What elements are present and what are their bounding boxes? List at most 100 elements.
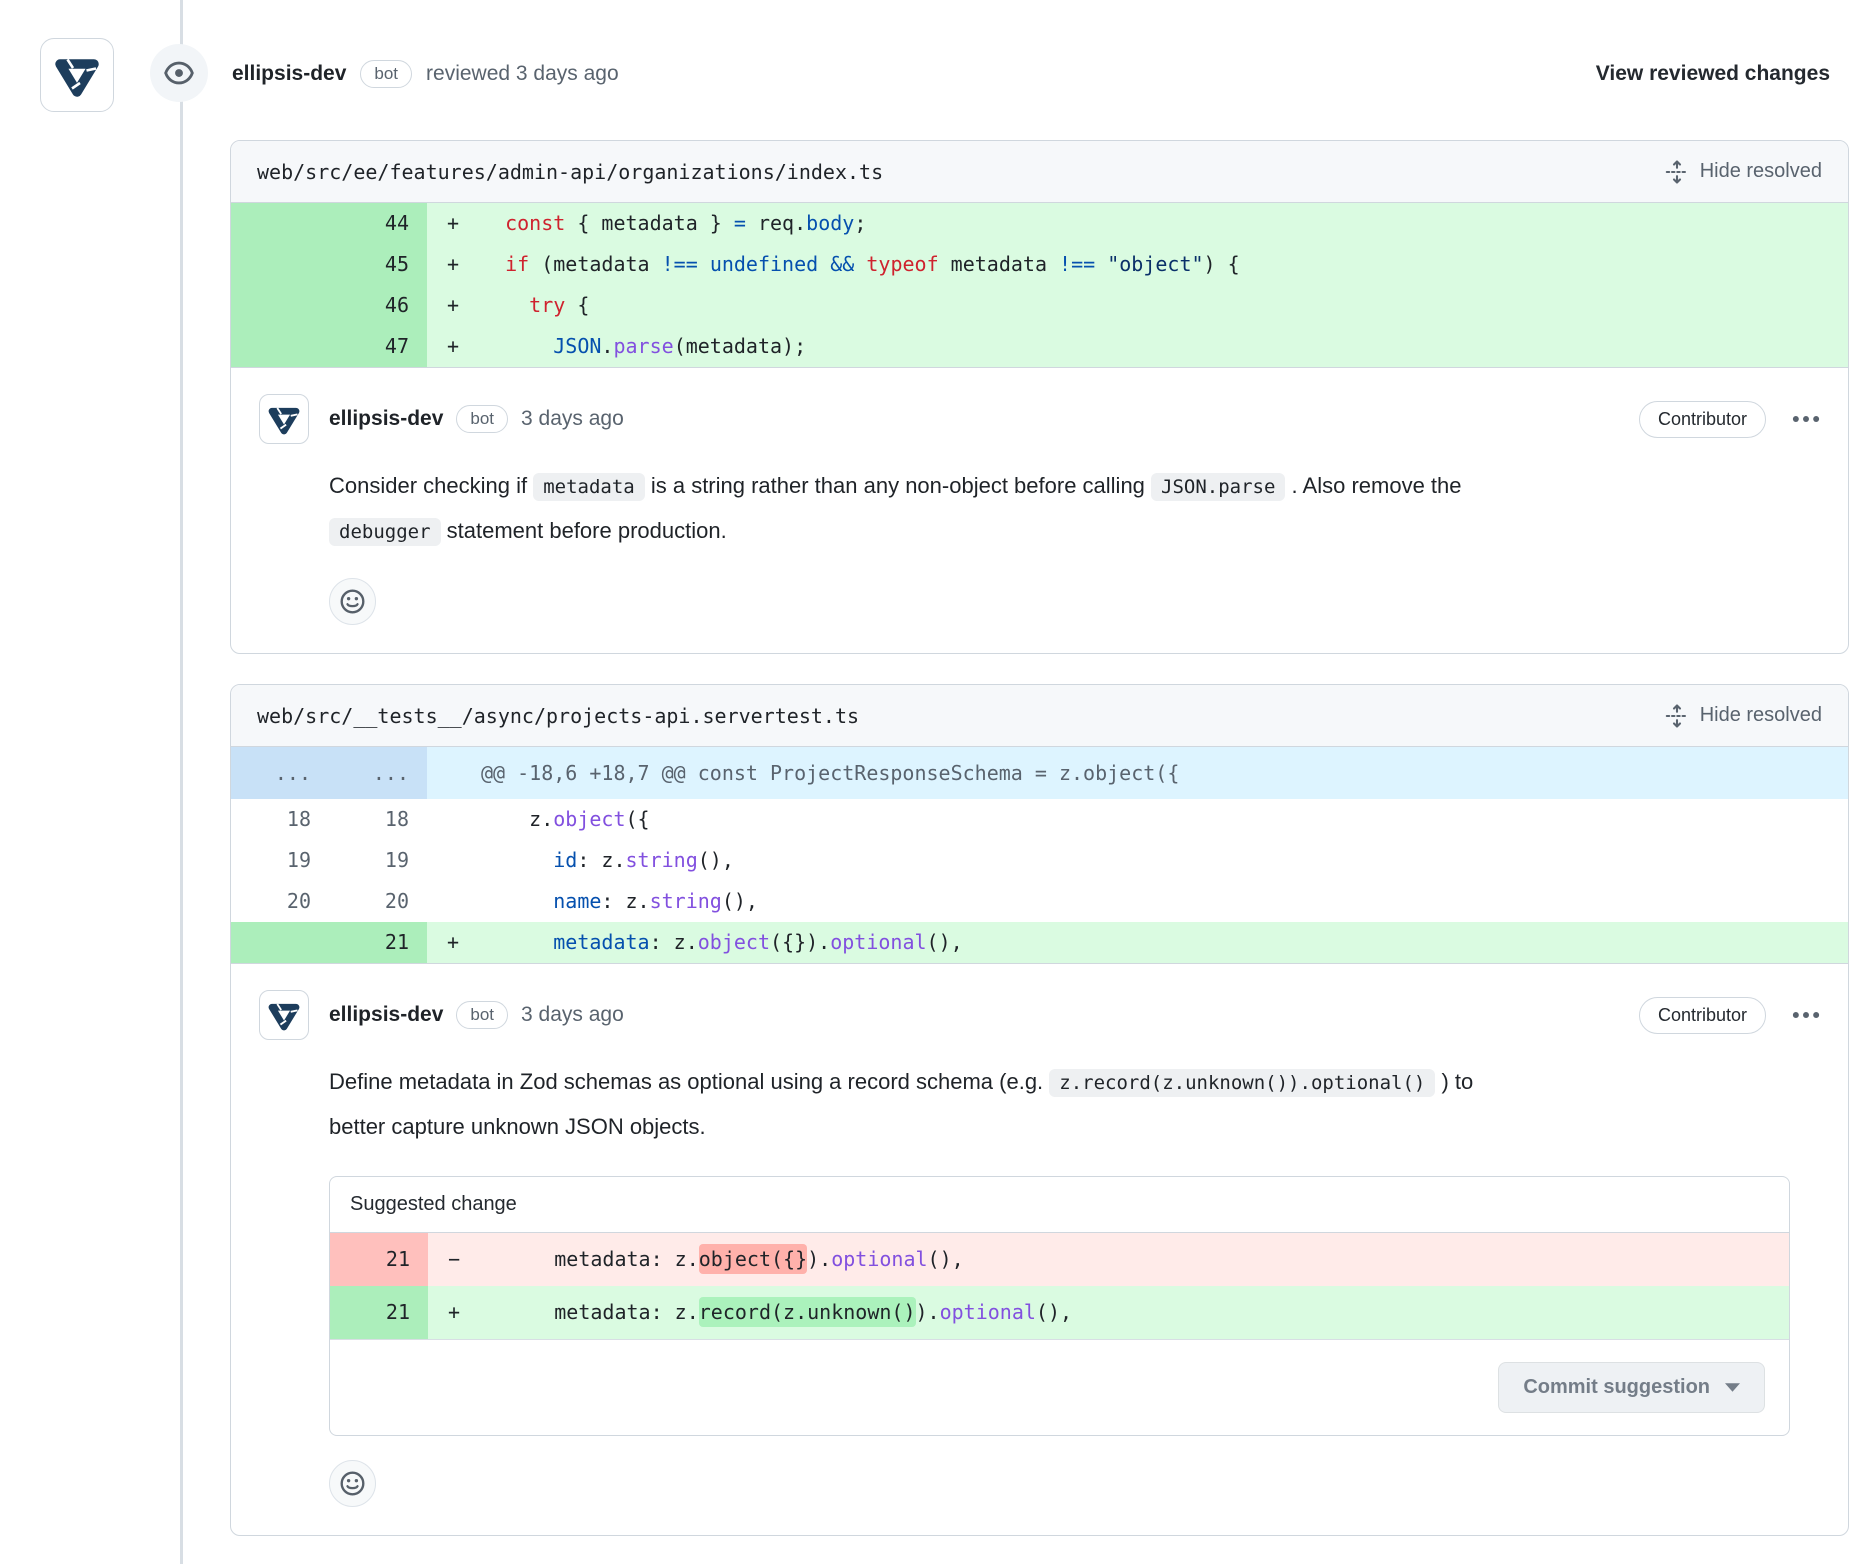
diff-table: ......@@ -18,6 +18,7 @@ const ProjectRes… [231,747,1848,963]
review-action-text: reviewed 3 days ago [426,62,619,86]
diff-sign: + [427,203,481,244]
comment-author[interactable]: ellipsis-dev [329,407,443,431]
new-line-number: 21 [330,1286,428,1339]
code-token [481,293,529,317]
code-token [481,930,553,954]
comment-text: Consider checking if [329,473,533,498]
code-token: { metadata } [565,211,734,235]
diff-row: 1818 z.object({ [231,799,1848,840]
comment-text-line: Define metadata in Zod schemas as option… [329,1060,1820,1105]
diff-sign: + [428,1286,482,1339]
comment-text: is a string rather than any non-object b… [645,473,1151,498]
inline-code: metadata [533,473,645,501]
diff-row: ......@@ -18,6 +18,7 @@ const ProjectRes… [231,747,1848,799]
code-token: string [626,848,698,872]
code-token: string [650,889,722,913]
code-line: @@ -18,6 +18,7 @@ const ProjectResponseS… [481,747,1848,799]
diff-sign [427,881,481,922]
diff-row: 46+ try { [231,285,1848,326]
code-token: !== [1059,252,1095,276]
code-line: if (metadata !== undefined && typeof met… [481,244,1848,285]
code-token: (metadata); [674,334,806,358]
code-token: optional [830,930,926,954]
diff-sign: + [427,326,481,367]
code-token: ; [854,211,866,235]
commit-suggestion-label: Commit suggestion [1523,1376,1710,1399]
diff-sign: + [427,244,481,285]
code-token [481,334,553,358]
code-token [698,252,710,276]
code-token: : z. [650,930,698,954]
code-line: JSON.parse(metadata); [481,326,1848,367]
code-token: ). [916,1300,940,1324]
unfold-icon [1665,160,1689,184]
code-token: @@ -18,6 +18,7 @@ const ProjectResponseS… [481,761,1179,785]
commit-suggestion-button[interactable]: Commit suggestion [1498,1362,1765,1413]
code-token [1095,252,1107,276]
timeline-line [180,0,183,1564]
hide-resolved-button[interactable]: Hide resolved [1665,704,1822,728]
code-token: if [505,252,529,276]
comment-author[interactable]: ellipsis-dev [329,1003,443,1027]
comment-menu-button[interactable] [1792,1009,1820,1021]
code-token [481,211,505,235]
old-line-number [231,244,329,285]
diff-row: 21+ metadata: z.record(z.unknown()).opti… [330,1286,1789,1339]
comment-timestamp[interactable]: 3 days ago [521,407,624,431]
code-line: metadata: z.object({}).optional(), [481,922,1848,963]
code-token: typeof [866,252,938,276]
comment-body: Define metadata in Zod schemas as option… [329,1060,1820,1148]
code-line: metadata: z.record(z.unknown()).optional… [482,1286,1789,1339]
caret-down-icon [1725,1383,1740,1392]
diff-row: 45+ if (metadata !== undefined && typeof… [231,244,1848,285]
code-token: ({ [626,807,650,831]
new-line-number: 21 [330,1233,428,1286]
old-line-number [231,285,329,326]
code-token: try [529,293,565,317]
comment-bot-badge: bot [456,1001,508,1029]
code-token: object [698,930,770,954]
reviewer-avatar[interactable] [40,38,114,112]
suggested-change-block: Suggested change 21− metadata: z.object(… [329,1176,1790,1436]
old-line-number [231,922,329,963]
code-token: object [553,807,625,831]
ellipsis-logo-icon [53,51,101,99]
inline-code: debugger [329,518,441,546]
add-reaction-button[interactable] [329,578,376,625]
review-comment: ellipsis-dev bot 3 days ago Contributor … [231,963,1848,1535]
comment-text-line: Consider checking if metadata is a strin… [329,464,1820,509]
suggested-change-label: Suggested change [330,1177,1789,1233]
comment-timestamp[interactable]: 3 days ago [521,1003,624,1027]
comment-avatar[interactable] [259,394,309,444]
file-header: web/src/ee/features/admin-api/organizati… [231,141,1848,203]
hide-resolved-button[interactable]: Hide resolved [1665,160,1822,184]
code-token: (), [927,930,963,954]
new-line-number: 20 [329,881,427,922]
view-reviewed-changes-link[interactable]: View reviewed changes [1596,62,1830,86]
comment-text: Define metadata in Zod schemas as option… [329,1069,1049,1094]
code-line: z.object({ [481,799,1848,840]
code-token: const [505,211,565,235]
new-line-number: ... [329,747,427,799]
code-token [854,252,866,276]
review-thread-card: web/src/ee/features/admin-api/organizati… [230,140,1849,654]
code-token: ). [807,1247,831,1271]
hide-resolved-label: Hide resolved [1700,704,1822,727]
add-reaction-button[interactable] [329,1460,376,1507]
reviewer-login[interactable]: ellipsis-dev [232,62,346,86]
file-path-link[interactable]: web/src/__tests__/async/projects-api.ser… [257,704,859,728]
code-line: name: z.string(), [481,881,1848,922]
file-path-link[interactable]: web/src/ee/features/admin-api/organizati… [257,160,883,184]
old-line-number: 20 [231,881,329,922]
comment-text-line: debugger statement before production. [329,509,1820,554]
code-token: && [830,252,854,276]
code-token: name [553,889,601,913]
review-comment: ellipsis-dev bot 3 days ago Contributor … [231,367,1848,653]
code-token: (), [928,1247,964,1271]
code-token: = [734,211,746,235]
old-line-number [231,203,329,244]
comment-avatar[interactable] [259,990,309,1040]
ellipsis-logo-icon [267,402,301,436]
comment-menu-button[interactable] [1792,413,1820,425]
code-token: object({} [699,1244,807,1274]
